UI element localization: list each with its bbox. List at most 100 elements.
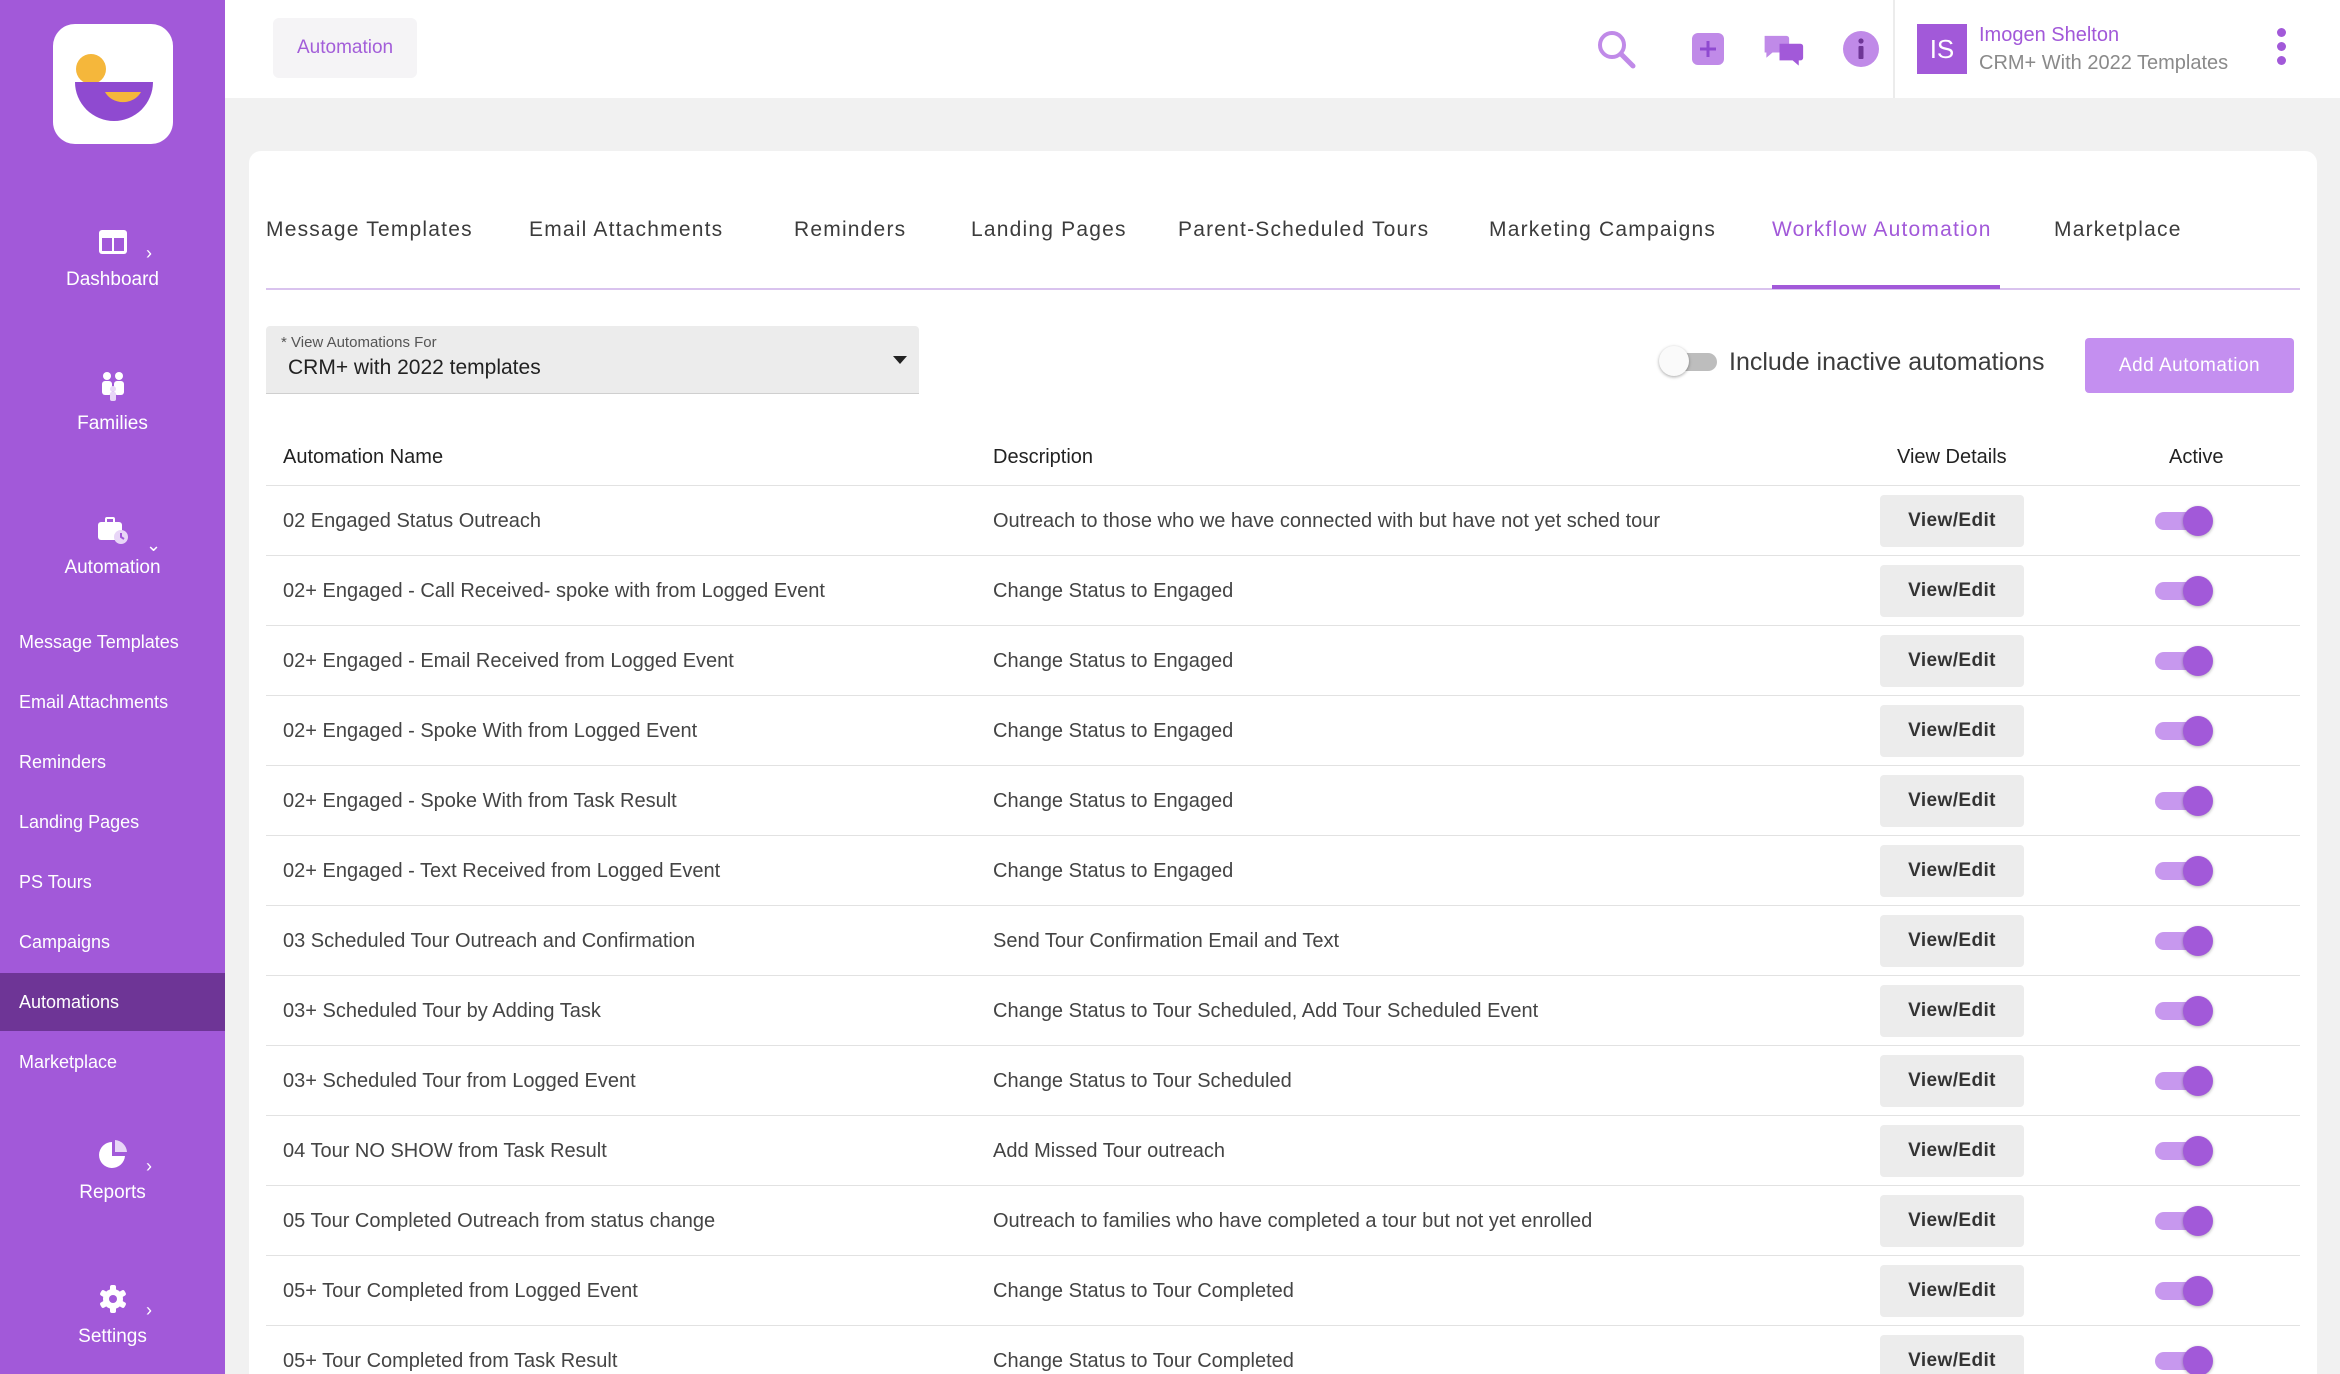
table-row: 02 Engaged Status Outreach Outreach to th… [266,486,2300,556]
column-header-name: Automation Name [283,446,444,468]
tab-landing-pages[interactable]: Landing Pages [971,218,1127,242]
automation-description: Change Status to Engaged [993,790,1234,812]
sidebar-item-reports[interactable]: Reports › [0,1138,225,1204]
dashboard-icon [98,230,127,254]
search-icon[interactable] [1595,28,1637,70]
settings-icon [99,1285,126,1313]
include-inactive-toggle[interactable] [1659,346,1719,376]
view-edit-button[interactable]: View/Edit [1880,1265,2024,1317]
column-header-active: Active [2169,446,2224,468]
chat-icon[interactable] [1762,28,1804,70]
column-header-description: Description [993,446,1094,468]
table-row: 02+ Engaged - Text Received from Logged … [266,836,2300,906]
table-row: 05 Tour Completed Outreach from status c… [266,1186,2300,1256]
tab-parent-scheduled-tours[interactable]: Parent-Scheduled Tours [1178,218,1429,242]
automation-name: 02+ Engaged - Spoke With from Logged Eve… [283,720,698,742]
sidebar-item-dashboard[interactable]: Dashboard › [0,225,225,291]
sidebar-sub-reminders[interactable]: Reminders [0,733,225,791]
view-edit-button[interactable]: View/Edit [1880,775,2024,827]
chevron-down-icon: ⌄ [146,535,162,555]
tab-message-templates[interactable]: Message Templates [266,218,473,242]
add-icon[interactable] [1687,28,1729,70]
automation-description: Change Status to Engaged [993,580,1234,602]
sidebar-sub-email-attachments[interactable]: Email Attachments [0,673,225,731]
view-edit-button[interactable]: View/Edit [1880,1125,2024,1177]
sidebar-sub-ps-tours[interactable]: PS Tours [0,853,225,911]
active-toggle[interactable] [2155,926,2215,956]
table-row: 03+ Scheduled Tour by Adding Task Change … [266,976,2300,1046]
select-label: * View Automations For [281,334,437,351]
table-row: 03+ Scheduled Tour from Logged Event Chan… [266,1046,2300,1116]
automation-name: 05+ Tour Completed from Task Result [283,1350,618,1372]
more-menu-icon[interactable] [2275,28,2287,70]
active-toggle[interactable] [2155,1276,2215,1306]
active-toggle[interactable] [2155,576,2215,606]
view-edit-button[interactable]: View/Edit [1880,1335,2024,1374]
info-icon[interactable] [1840,28,1882,70]
automation-name: 05+ Tour Completed from Logged Event [283,1280,638,1302]
sidebar-sub-campaigns[interactable]: Campaigns [0,913,225,971]
sidebar-item-settings[interactable]: Settings › [0,1282,225,1348]
view-automations-select[interactable]: * View Automations For CRM+ with 2022 te… [266,326,919,394]
view-edit-button[interactable]: View/Edit [1880,565,2024,617]
tab-marketing-campaigns[interactable]: Marketing Campaigns [1489,218,1716,242]
sidebar-item-label: Reports [79,1182,146,1203]
table-header: Automation Name Description View Details… [266,431,2300,486]
automation-description: Send Tour Confirmation Email and Text [993,930,1340,952]
logo-icon [75,54,153,121]
avatar[interactable]: IS [1917,24,1967,74]
chevron-right-icon: › [146,243,152,263]
automation-description: Change Status to Engaged [993,860,1234,882]
view-edit-button[interactable]: View/Edit [1880,635,2024,687]
breadcrumb[interactable]: Automation [273,18,418,78]
view-edit-button[interactable]: View/Edit [1880,915,2024,967]
sidebar-item-label: Dashboard [66,269,159,290]
user-name[interactable]: Imogen Shelton [1979,24,2119,47]
active-toggle[interactable] [2155,1206,2215,1236]
top-bar: Automation IS Imogen Shelton CRM+ With 2… [225,0,2340,98]
sidebar-sub-automations[interactable]: Automations [0,973,225,1031]
active-toggle[interactable] [2155,856,2215,886]
view-edit-button[interactable]: View/Edit [1880,705,2024,757]
tab-workflow-automation[interactable]: Workflow Automation [1772,218,1992,242]
sidebar-item-label: Automation [64,557,161,578]
active-tab-indicator [1772,285,2000,289]
sidebar-sub-landing-pages[interactable]: Landing Pages [0,793,225,851]
active-toggle[interactable] [2155,1346,2215,1374]
active-toggle[interactable] [2155,506,2215,536]
add-automation-button[interactable]: Add Automation [2085,338,2294,393]
tab-email-attachments[interactable]: Email Attachments [529,218,723,242]
app-logo[interactable] [53,24,173,144]
view-edit-button[interactable]: View/Edit [1880,845,2024,897]
table-row: 05+ Tour Completed from Logged Event Chan… [266,1256,2300,1326]
sidebar-item-families[interactable]: Families [0,369,225,435]
active-toggle[interactable] [2155,716,2215,746]
view-edit-button[interactable]: View/Edit [1880,1055,2024,1107]
content-card: Message Templates Email Attachments Remi… [249,151,2317,1374]
tab-bar: Message Templates Email Attachments Remi… [266,151,2300,290]
table-row: 02+ Engaged - Email Received from Logged… [266,626,2300,696]
automation-name: 05 Tour Completed Outreach from status c… [283,1210,716,1232]
automation-name: 02+ Engaged - Spoke With from Task Resul… [283,790,677,812]
active-toggle[interactable] [2155,786,2215,816]
sidebar-sub-marketplace[interactable]: Marketplace [0,1033,225,1091]
sidebar-sub-message-templates[interactable]: Message Templates [0,613,225,671]
active-toggle[interactable] [2155,1066,2215,1096]
select-value: CRM+ with 2022 templates [288,356,541,379]
table-row: 02+ Engaged - Call Received- spoke with … [266,556,2300,626]
chevron-right-icon: › [146,1156,152,1176]
tab-marketplace[interactable]: Marketplace [2054,218,2182,242]
table-row: 04 Tour NO SHOW from Task Result Add Miss… [266,1116,2300,1186]
active-toggle[interactable] [2155,996,2215,1026]
automation-description: Change Status to Engaged [993,720,1234,742]
sidebar-item-automation[interactable]: Automation ⌄ [0,513,225,579]
view-edit-button[interactable]: View/Edit [1880,1195,2024,1247]
active-toggle[interactable] [2155,1136,2215,1166]
sidebar-item-label: Settings [78,1326,147,1347]
view-edit-button[interactable]: View/Edit [1880,985,2024,1037]
tab-reminders[interactable]: Reminders [794,218,906,242]
divider [1893,0,1895,98]
table-row: 02+ Engaged - Spoke With from Logged Eve… [266,696,2300,766]
active-toggle[interactable] [2155,646,2215,676]
view-edit-button[interactable]: View/Edit [1880,495,2024,547]
